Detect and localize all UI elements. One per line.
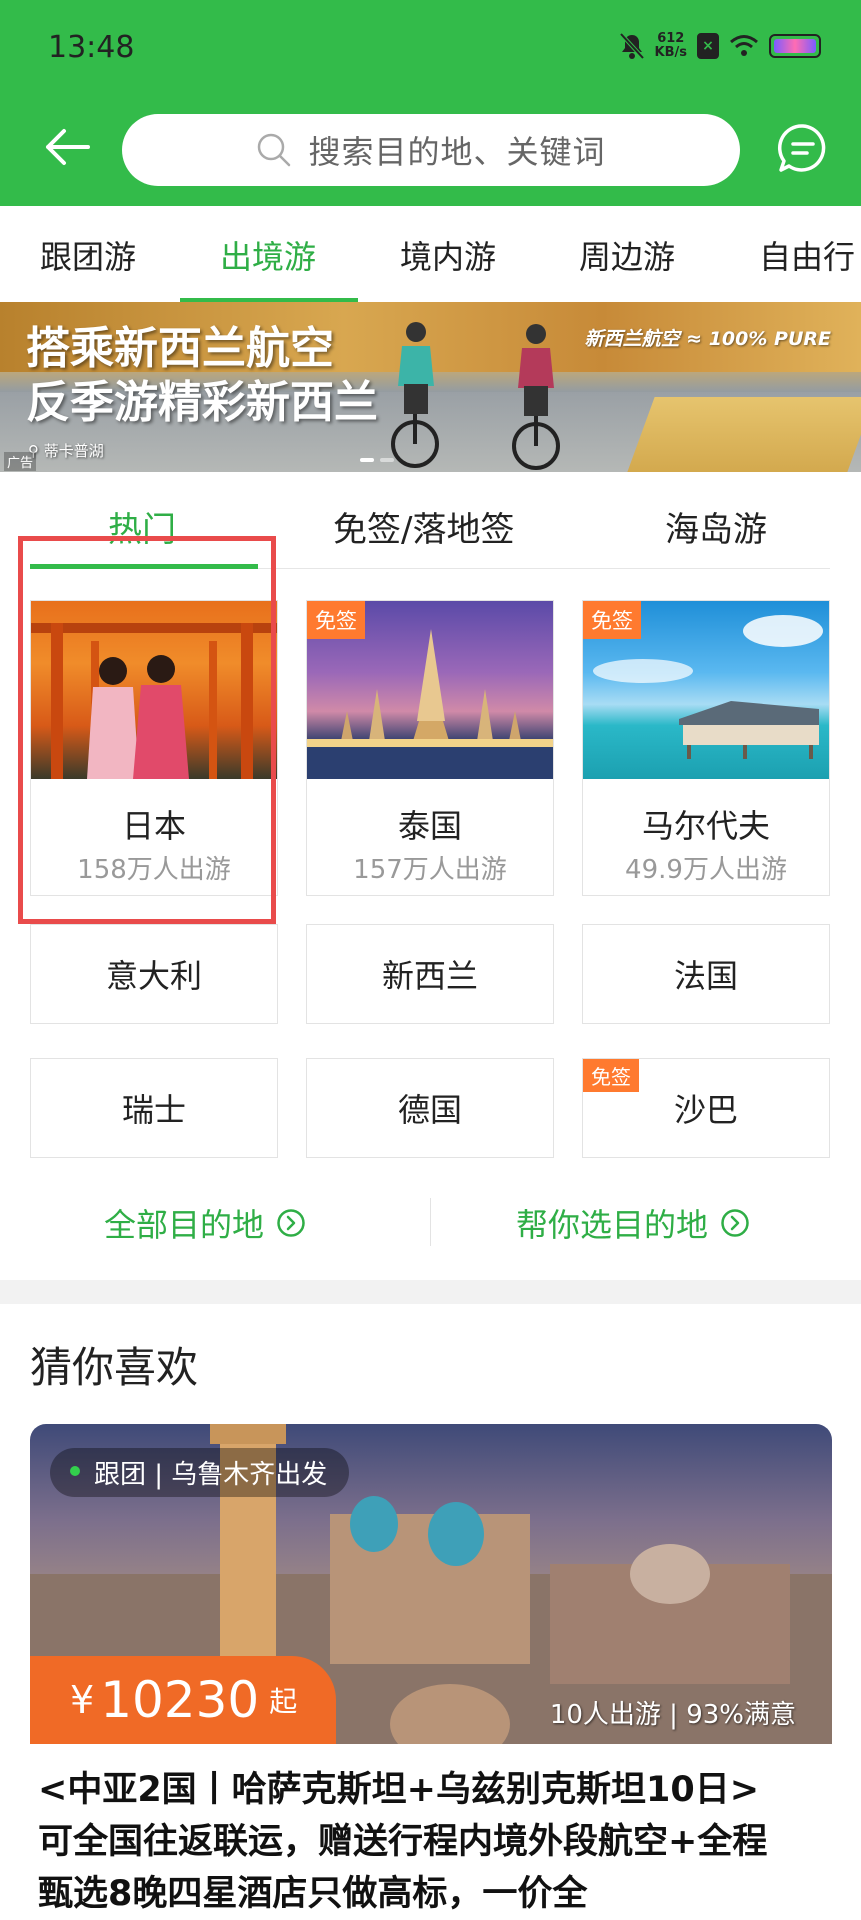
help-choose-link[interactable]: 帮你选目的地 bbox=[516, 1200, 750, 1246]
destination-sabah[interactable]: 沙巴 免签 bbox=[582, 1058, 830, 1158]
carousel-dot bbox=[380, 458, 394, 462]
card-count: 157万人出游 bbox=[353, 855, 507, 885]
card-name: 马尔代夫 bbox=[641, 807, 770, 845]
wifi-icon bbox=[730, 35, 758, 56]
banner-location-text: 蒂卡普湖 bbox=[43, 442, 104, 460]
visa-free-badge: 免签 bbox=[583, 1059, 639, 1092]
tab-outbound[interactable]: 出境游 bbox=[220, 232, 316, 278]
destination-new-zealand[interactable]: 新西兰 bbox=[306, 924, 554, 1024]
card-count: 158万人出游 bbox=[77, 855, 231, 885]
back-arrow-icon[interactable] bbox=[42, 122, 92, 172]
header: 13:48 612 KB/s × 搜索目的地、关键词 bbox=[0, 0, 861, 206]
status-icons: 612 KB/s × bbox=[619, 32, 821, 60]
trip-description: <中亚2国丨哈萨克斯坦+乌兹别克斯坦10日>可全国往返联运，赠送行程内境外段航空… bbox=[38, 1770, 768, 1914]
destination-name: 沙巴 bbox=[673, 1091, 738, 1129]
tab-group-tour[interactable]: 跟团游 bbox=[40, 232, 136, 278]
destination-italy[interactable]: 意大利 bbox=[30, 924, 278, 1024]
search-input[interactable]: 搜索目的地、关键词 bbox=[122, 114, 740, 186]
subtab-active-indicator bbox=[30, 564, 258, 569]
destination-france[interactable]: 法国 bbox=[582, 924, 830, 1024]
destination-card-maldives[interactable]: 免签 马尔代夫 49.9万人出游 bbox=[582, 600, 830, 896]
network-speed-unit: KB/s bbox=[654, 45, 687, 60]
price-tag: ¥ 10230 起 bbox=[30, 1656, 336, 1744]
trip-tag: 跟团 | 乌鲁木齐出发 bbox=[50, 1448, 350, 1497]
card-count: 49.9万人出游 bbox=[625, 855, 787, 885]
subtab-island[interactable]: 海岛游 bbox=[665, 502, 767, 551]
cyclist-illustration-2 bbox=[512, 324, 560, 470]
cyclist-illustration bbox=[391, 322, 439, 468]
search-icon bbox=[258, 133, 291, 167]
sim-icon: × bbox=[697, 33, 719, 59]
mute-icon bbox=[619, 32, 645, 60]
price-value: 10230 bbox=[100, 1671, 260, 1729]
banner-title-line2: 反季游精彩新西兰 bbox=[26, 377, 378, 428]
card-name: 日本 bbox=[121, 807, 186, 845]
network-speed-value: 612 bbox=[657, 31, 685, 46]
tab-nearby[interactable]: 周边游 bbox=[579, 232, 675, 278]
search-placeholder: 搜索目的地、关键词 bbox=[308, 133, 606, 171]
price-symbol: ¥ bbox=[70, 1678, 95, 1722]
status-time: 13:48 bbox=[48, 30, 135, 65]
carousel-dot bbox=[360, 458, 374, 462]
divider bbox=[430, 1198, 431, 1246]
message-icon[interactable] bbox=[775, 120, 831, 176]
subtab-visa-free[interactable]: 免签/落地签 bbox=[333, 502, 514, 551]
destination-switzerland[interactable]: 瑞士 bbox=[30, 1058, 278, 1158]
trip-stats: 10人出游 | 93%满意 bbox=[549, 1700, 796, 1730]
banner-location: ⚲ 蒂卡普湖 bbox=[28, 440, 104, 461]
chevron-right-circle-icon bbox=[721, 1209, 749, 1237]
visa-free-badge: 免签 bbox=[583, 601, 641, 639]
japan-image bbox=[31, 601, 277, 779]
banner-title-line1: 搭乘新西兰航空 bbox=[26, 323, 334, 374]
all-destinations-label: 全部目的地 bbox=[104, 1206, 265, 1244]
trip-card[interactable]: 跟团 | 乌鲁木齐出发 ¥ 10230 起 10人出游 | 93%满意 bbox=[30, 1424, 832, 1744]
banner-brand: 新西兰航空 ≈ 100% PURE bbox=[584, 328, 831, 350]
carousel-dots bbox=[360, 458, 394, 462]
destination-card-thailand[interactable]: 免签 泰国 157万人出游 bbox=[306, 600, 554, 896]
tab-domestic[interactable]: 境内游 bbox=[400, 232, 496, 278]
all-destinations-link[interactable]: 全部目的地 bbox=[104, 1200, 306, 1246]
battery-icon bbox=[769, 34, 821, 58]
promo-banner[interactable]: 搭乘新西兰航空 反季游精彩新西兰 新西兰航空 ≈ 100% PURE ⚲ 蒂卡普… bbox=[0, 302, 861, 472]
category-tabs: 跟团游 出境游 境内游 周边游 自由行 bbox=[0, 206, 861, 303]
recommendation-section: 猜你喜欢 跟团 | 乌鲁木齐出发 ¥ 10230 起 10人出游 | 93%满意… bbox=[0, 1304, 861, 1920]
destination-card-japan[interactable]: 日本 158万人出游 bbox=[30, 600, 278, 896]
destination-germany[interactable]: 德国 bbox=[306, 1058, 554, 1158]
price-suffix: 起 bbox=[269, 1685, 298, 1718]
subtab-hot[interactable]: 热门 bbox=[108, 502, 176, 551]
ad-label: 广告 bbox=[4, 452, 37, 471]
section-title: 猜你喜欢 bbox=[30, 1343, 199, 1392]
visa-free-badge: 免签 bbox=[307, 601, 365, 639]
chevron-right-circle-icon bbox=[277, 1209, 305, 1237]
tab-independent[interactable]: 自由行 bbox=[759, 232, 855, 278]
help-choose-label: 帮你选目的地 bbox=[516, 1206, 709, 1244]
card-name: 泰国 bbox=[397, 807, 462, 845]
banner-title: 搭乘新西兰航空 反季游精彩新西兰 bbox=[26, 322, 378, 430]
network-speed: 612 KB/s bbox=[655, 32, 687, 60]
